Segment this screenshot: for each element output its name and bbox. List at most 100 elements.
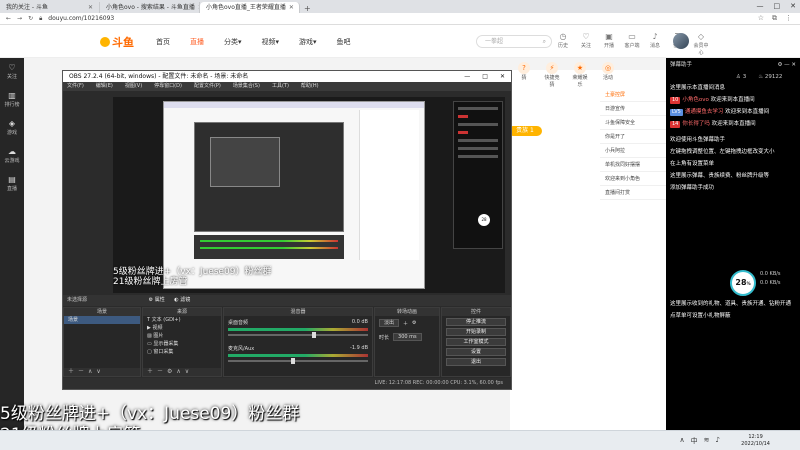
nav-live[interactable]: 直播 xyxy=(190,37,204,47)
obs-close-button[interactable]: ✕ xyxy=(500,71,505,82)
menu-file[interactable]: 文件(F) xyxy=(67,82,84,91)
ime-indicator[interactable]: 中 xyxy=(691,436,698,446)
username[interactable]: 通通摸鱼去学习 xyxy=(685,109,724,115)
maximize-button[interactable]: □ xyxy=(774,0,781,12)
obs-window-controls: — □ ✕ xyxy=(464,71,505,82)
menu-icon[interactable]: ⋮ xyxy=(785,14,792,23)
menu-edit[interactable]: 编辑(E) xyxy=(96,82,113,91)
sidebar-item-rank[interactable]: ▥ 排行榜 xyxy=(0,86,24,114)
scene-item[interactable]: 场景 xyxy=(64,316,140,324)
search-icon[interactable]: ⌕ xyxy=(543,36,546,47)
tool-event[interactable]: ◎ 活动 xyxy=(599,62,617,88)
nav-yuba[interactable]: 鱼吧 xyxy=(337,37,351,47)
browser-tab-2[interactable]: 小角色ovo直播_王者荣耀直播 ✕ xyxy=(200,2,300,13)
close-icon[interactable]: ✕ xyxy=(88,2,93,13)
header-start-live[interactable]: ▣ 开播 xyxy=(601,32,617,56)
sidebar-item-live[interactable]: ▤ 直播 xyxy=(0,170,24,198)
browser-tab-1[interactable]: 小角色ovo - 搜索结果 - 斗鱼直播✕ xyxy=(100,2,200,13)
list-item[interactable]: 单机找同好摆摆 xyxy=(600,158,666,172)
studio-mode-button[interactable]: 工作室模式 xyxy=(446,338,506,346)
slider-handle[interactable] xyxy=(312,332,316,338)
source-item[interactable]: T 文本 (GDI+) xyxy=(143,316,221,324)
noble-badge[interactable]: 贵族 1 xyxy=(508,126,542,136)
header-follow[interactable]: ♡ 关注 xyxy=(578,32,594,56)
slider-handle[interactable] xyxy=(291,358,295,364)
properties-button[interactable]: ⚙ 属性 xyxy=(149,295,165,306)
avatar[interactable] xyxy=(673,33,689,49)
list-item[interactable]: 小兵阿拉 xyxy=(600,144,666,158)
mixer-channel-mic: 麦克风/Aux -1.9 dB xyxy=(228,345,368,364)
gear-icon[interactable]: ⚙ xyxy=(412,320,416,326)
browser-tab-0[interactable]: 我的关注 - 斗鱼 ✕ xyxy=(0,2,100,13)
settings-icon[interactable]: ⚙ xyxy=(777,62,782,68)
obs-maximize-button[interactable]: □ xyxy=(482,71,488,82)
minimize-button[interactable]: — xyxy=(757,0,764,12)
search-input[interactable]: 一拳超 ⌕ xyxy=(476,35,552,48)
duration-input[interactable]: 300 ms xyxy=(393,333,422,341)
url-input[interactable]: douyu.com/10216093 xyxy=(48,15,114,22)
username[interactable]: 小角色ovo xyxy=(682,97,709,103)
chevron-up-icon[interactable]: ∧ xyxy=(680,436,685,446)
close-icon[interactable]: ✕ xyxy=(289,2,294,13)
header-vip[interactable]: ◇ 会员中心 xyxy=(693,32,709,56)
obs-minimize-button[interactable]: — xyxy=(464,71,470,82)
sidebar-item-follow[interactable]: ♡ 关注 xyxy=(0,58,24,86)
source-item[interactable]: ▶ 视频 xyxy=(143,324,221,332)
source-item[interactable]: ▨ 图片 xyxy=(143,332,221,340)
camera-icon: ▣ xyxy=(605,32,613,41)
star-icon[interactable]: ☆ xyxy=(758,14,764,23)
source-item[interactable]: ▭ 显示器采集 xyxy=(143,340,221,348)
menu-docks[interactable]: 停靠窗口(D) xyxy=(154,82,182,91)
menu-help[interactable]: 帮助(H) xyxy=(301,82,319,91)
obs-preview[interactable]: 28 5级粉丝牌进+（vx：Juese09）粉丝群 21级粉丝牌上房管 xyxy=(113,97,505,293)
start-recording-button[interactable]: 开始录制 xyxy=(446,328,506,336)
menu-scene-collection[interactable]: 场景集合(S) xyxy=(233,82,260,91)
nav-home[interactable]: 首页 xyxy=(156,37,170,47)
add-transition-icon[interactable]: ＋ xyxy=(403,320,408,327)
exit-button[interactable]: 退出 xyxy=(446,358,506,366)
taskbar-clock[interactable]: 12:19 2022/10/14 xyxy=(741,434,770,448)
transition-select[interactable]: 淡出 xyxy=(379,319,400,327)
douyu-logo[interactable]: 斗鱼 xyxy=(100,34,134,50)
sidebar-item-cloud[interactable]: ☁ 云游戏 xyxy=(0,142,24,170)
close-icon[interactable]: ✕ xyxy=(791,62,796,68)
nav-games[interactable]: 游戏▾ xyxy=(299,37,317,47)
volume-slider[interactable] xyxy=(228,332,368,338)
close-window-button[interactable]: ✕ xyxy=(790,0,796,12)
list-item[interactable]: 直播间打赏 xyxy=(600,186,666,200)
source-controls[interactable]: ＋－⚙∧∨ xyxy=(143,368,221,376)
forward-icon[interactable]: → xyxy=(17,15,22,22)
new-tab-button[interactable]: + xyxy=(300,4,315,13)
sidebar-item-games[interactable]: ◈ 游戏 xyxy=(0,114,24,142)
scene-controls[interactable]: ＋－∧∨ xyxy=(64,368,140,376)
back-icon[interactable]: ← xyxy=(6,15,11,22)
menu-view[interactable]: 视图(V) xyxy=(125,82,142,91)
reload-icon[interactable]: ↻ xyxy=(28,15,33,22)
list-item[interactable]: 欢迎来到小角色 xyxy=(600,172,666,186)
network-progress-badge[interactable]: 28% xyxy=(730,270,756,296)
nav-category[interactable]: 分类▾ xyxy=(224,37,242,47)
wifi-icon[interactable]: ≋ xyxy=(704,436,710,446)
list-item[interactable]: 斗鱼保障安全 xyxy=(600,116,666,130)
stop-streaming-button[interactable]: 停止推流 xyxy=(446,318,506,326)
menu-profile[interactable]: 配置文件(P) xyxy=(194,82,221,91)
header-client[interactable]: ▭ 客户端 xyxy=(624,32,640,56)
minimize-icon[interactable]: — xyxy=(784,62,790,68)
tool-quick[interactable]: ⚡︎ 快捷竞猜 xyxy=(543,62,561,88)
volume-slider[interactable] xyxy=(228,358,368,364)
extension-icon[interactable]: ⧉ xyxy=(772,14,777,23)
header-history[interactable]: ◷ 历史 xyxy=(555,32,571,56)
settings-button[interactable]: 设置 xyxy=(446,348,506,356)
tool-guess[interactable]: ? 猜 xyxy=(515,62,533,88)
nav-video[interactable]: 视频▾ xyxy=(262,37,280,47)
list-item[interactable]: 你是开了 xyxy=(600,130,666,144)
source-item[interactable]: ▢ 窗口采集 xyxy=(143,348,221,356)
filters-button[interactable]: ◐ 滤镜 xyxy=(174,295,190,306)
tool-glory[interactable]: ★ 荣耀娱乐 xyxy=(571,62,589,88)
username[interactable]: 你长得了吗 xyxy=(682,121,710,127)
list-item[interactable]: 日游宣传 xyxy=(600,102,666,116)
menu-tools[interactable]: 工具(T) xyxy=(272,82,289,91)
volume-meter xyxy=(228,354,368,357)
volume-icon[interactable]: ♪ xyxy=(716,436,720,446)
header-messages[interactable]: ♪ 消息 xyxy=(647,32,663,56)
